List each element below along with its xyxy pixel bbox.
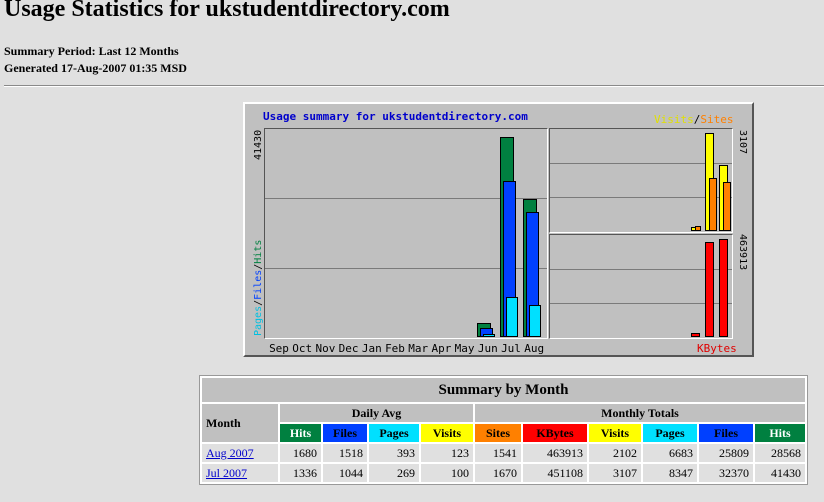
visits-sites-legend: Visits/Sites (654, 113, 734, 126)
table-cell: 1044 (323, 464, 367, 482)
divider (4, 85, 824, 87)
table-caption: Summary by Month (202, 378, 805, 402)
month-tick-label: Nov (315, 342, 336, 355)
kbytes-bar (705, 242, 714, 337)
legend-hits: Hits (253, 239, 264, 264)
column-header-sites: Sites (475, 424, 521, 442)
legend-sep: / (253, 299, 264, 306)
right-top-axis-max: 3107 (737, 130, 748, 155)
kbytes-bar (719, 239, 729, 337)
legend-visits: Visits (654, 113, 694, 126)
table-cell: 1541 (475, 444, 521, 462)
month-tick-label: Aug (524, 342, 545, 355)
table-cell: 269 (369, 464, 419, 482)
table-cell: 28568 (755, 444, 805, 462)
column-header-visits: Visits (589, 424, 641, 442)
monthly-totals-header: Monthly Totals (475, 404, 805, 422)
table-cell: 451108 (523, 464, 587, 482)
column-header-pages: Pages (643, 424, 697, 442)
table-cell: 41430 (755, 464, 805, 482)
table-cell: 8347 (643, 464, 697, 482)
column-header-kbytes: KBytes (523, 424, 587, 442)
pages-bar (506, 297, 518, 337)
month-tick-label: Apr (431, 342, 452, 355)
month-tick-label: May (454, 342, 475, 355)
month-link[interactable]: Jul 2007 (206, 466, 247, 480)
legend-pages: Pages (253, 305, 264, 336)
summary-period: Summary Period: Last 12 Months (4, 44, 179, 58)
sites-bar (694, 226, 701, 231)
column-header-visits: Visits (421, 424, 473, 442)
month-tick-label: Mar (408, 342, 429, 355)
month-tick-label: Feb (385, 342, 405, 355)
table-cell: 6683 (643, 444, 697, 462)
table-cell: 1680 (280, 444, 321, 462)
month-cell: Aug 2007 (202, 444, 278, 462)
month-cell: Jul 2007 (202, 464, 278, 482)
sites-bar (709, 178, 717, 231)
kbytes-bar (690, 333, 700, 337)
column-header-pages: Pages (369, 424, 419, 442)
left-axis-max: 41430 (253, 129, 264, 160)
month-tick-label: Jul (501, 342, 521, 355)
legend-sep: / (253, 263, 264, 270)
hits-files-pages-legend: Pages/Files/Hits (253, 240, 264, 336)
generated-date: Generated 17-Aug-2007 01:35 MSD (4, 61, 187, 75)
kbytes-label: KBytes (697, 342, 737, 355)
column-header-hits: Hits (280, 424, 321, 442)
usage-chart: Usage summary for ukstudentdirectory.com… (243, 102, 754, 357)
kbytes-panel (549, 234, 733, 339)
month-tick-label: Oct (292, 342, 313, 355)
table-cell: 25809 (699, 444, 753, 462)
pages-bar (482, 334, 495, 337)
month-tick-label: Sep (269, 342, 289, 355)
table-row: Jul 2007 1336 1044 269 100 1670 451108 3107 8347… (202, 464, 805, 482)
hits-panel (264, 128, 548, 339)
sites-bar (723, 182, 732, 231)
page-title: Usage Statistics for ukstudentdirectory.… (4, 0, 450, 22)
pages-bar (529, 305, 542, 337)
table-cell: 123 (421, 444, 473, 462)
summary-table: Summary by Month Month Daily Avg Monthly… (199, 375, 808, 485)
chart-title: Usage summary for ukstudentdirectory.com (263, 110, 528, 123)
column-header-files: Files (699, 424, 753, 442)
column-header-files: Files (323, 424, 367, 442)
table-row: Aug 2007 1680 1518 393 123 1541 463913 2102 6683… (202, 444, 805, 462)
table-cell: 2102 (589, 444, 641, 462)
table-cell: 100 (421, 464, 473, 482)
month-tick-label: Jun (477, 342, 498, 355)
column-header-hits: Hits (755, 424, 805, 442)
month-tick-label: Dec (338, 342, 359, 355)
table-cell: 32370 (699, 464, 753, 482)
legend-files: Files (253, 269, 264, 300)
month-link[interactable]: Aug 2007 (206, 446, 254, 460)
month-header: Month (202, 404, 278, 442)
daily-avg-header: Daily Avg (280, 404, 473, 422)
table-cell: 1670 (475, 464, 521, 482)
table-cell: 393 (369, 444, 419, 462)
table-cell: 1518 (323, 444, 367, 462)
table-cell: 3107 (589, 464, 641, 482)
visits-sites-panel (549, 128, 733, 233)
month-tick-label: Jan (361, 342, 382, 355)
table-cell: 463913 (523, 444, 587, 462)
right-bottom-axis-max: 463913 (737, 234, 748, 271)
table-cell: 1336 (280, 464, 321, 482)
legend-sites: Sites (700, 113, 734, 126)
